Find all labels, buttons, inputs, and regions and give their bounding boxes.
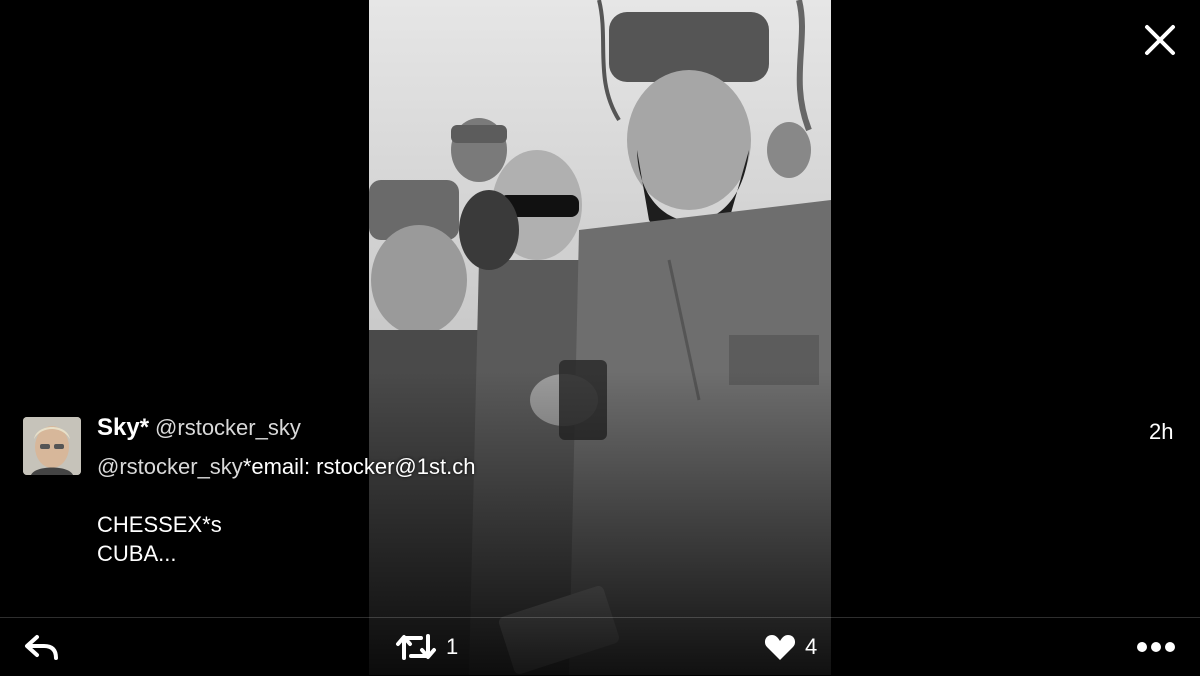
close-button[interactable] xyxy=(1138,18,1182,62)
tweet-text-line: CHESSEX*s xyxy=(97,512,222,537)
user-handle[interactable]: @rstocker_sky xyxy=(155,415,301,440)
close-icon xyxy=(1145,25,1175,55)
photo-illustration xyxy=(369,0,831,675)
tweet-text: @rstocker_sky*email: rstocker@1st.ch CHE… xyxy=(97,452,697,568)
more-button[interactable] xyxy=(1136,618,1176,676)
reply-icon xyxy=(25,635,58,660)
like-button[interactable]: 4 xyxy=(764,618,817,676)
media-photo[interactable] xyxy=(369,0,831,675)
more-icon xyxy=(1137,642,1175,652)
retweet-icon xyxy=(396,634,436,660)
retweet-count: 1 xyxy=(446,634,459,659)
tweet-text-line: CUBA... xyxy=(97,541,177,566)
mention-link[interactable]: @rstocker_sky xyxy=(97,454,243,479)
tweet-header: Sky* @rstocker_sky xyxy=(97,414,301,446)
tweet-text-segment: *email: rstocker@1st.ch xyxy=(242,454,476,479)
display-name[interactable]: Sky* xyxy=(97,414,149,441)
tweet-text-line: @rstocker_sky*email: rstocker@1st.ch xyxy=(97,452,697,481)
reply-button[interactable] xyxy=(24,618,60,676)
avatar-image xyxy=(23,417,81,475)
tweet-timestamp[interactable]: 2h xyxy=(1149,419,1173,445)
retweet-button[interactable]: 1 xyxy=(395,618,458,676)
like-count: 4 xyxy=(805,634,818,659)
heart-icon xyxy=(764,635,796,660)
avatar[interactable] xyxy=(23,417,81,475)
tweet-action-bar: 1 4 xyxy=(0,617,1200,676)
